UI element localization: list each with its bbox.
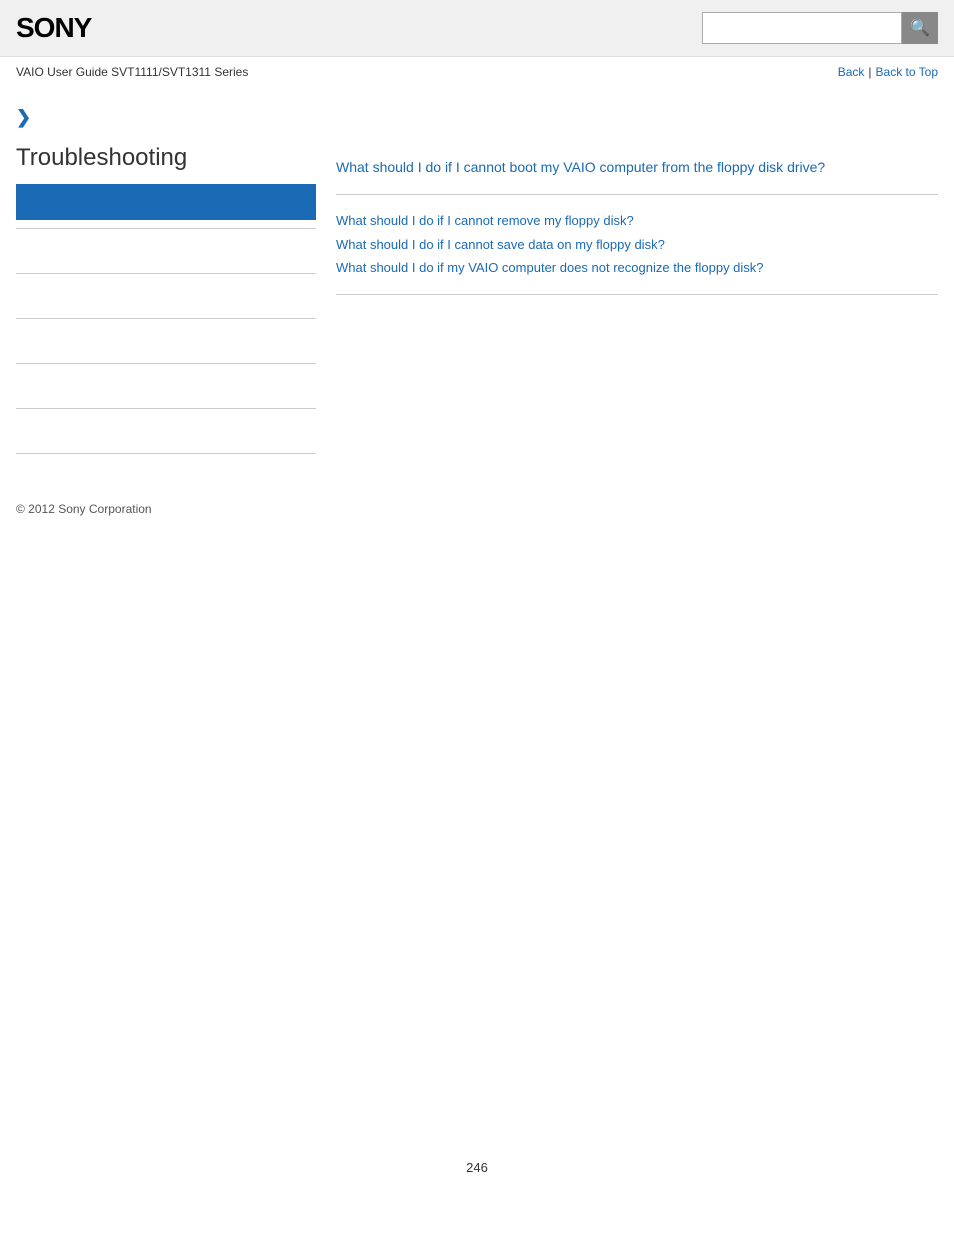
back-to-top-link[interactable]: Back to Top — [876, 65, 938, 79]
sidebar: ❯ Troubleshooting — [16, 107, 316, 462]
copyright-text: © 2012 Sony Corporation — [16, 502, 152, 516]
sidebar-item-4[interactable] — [16, 372, 316, 400]
back-link[interactable]: Back — [838, 65, 865, 79]
search-icon: 🔍 — [910, 18, 930, 38]
sidebar-item-3[interactable] — [16, 327, 316, 355]
sub-link-1[interactable]: What should I do if I cannot remove my f… — [336, 211, 938, 231]
sidebar-divider-2 — [16, 273, 316, 274]
sidebar-divider-4 — [16, 363, 316, 364]
search-area: 🔍 — [702, 12, 938, 44]
main-content-link[interactable]: What should I do if I cannot boot my VAI… — [336, 157, 938, 178]
chevron-icon: ❯ — [16, 107, 316, 128]
content-divider-top — [336, 194, 938, 195]
nav-separator: | — [868, 65, 871, 79]
nav-links: Back | Back to Top — [838, 65, 938, 79]
sidebar-item-2[interactable] — [16, 282, 316, 310]
sidebar-divider-1 — [16, 228, 316, 229]
search-button[interactable]: 🔍 — [902, 12, 938, 44]
sidebar-divider-3 — [16, 318, 316, 319]
content-area: What should I do if I cannot boot my VAI… — [336, 107, 938, 462]
page-number: 246 — [446, 1140, 508, 1195]
sidebar-item-5[interactable] — [16, 417, 316, 445]
search-input[interactable] — [702, 12, 902, 44]
sidebar-divider-5 — [16, 408, 316, 409]
sidebar-divider-6 — [16, 453, 316, 454]
sidebar-title: Troubleshooting — [16, 144, 316, 172]
sub-link-3[interactable]: What should I do if my VAIO computer doe… — [336, 258, 938, 278]
sub-links: What should I do if I cannot remove my f… — [336, 211, 938, 278]
sidebar-active-item[interactable] — [16, 184, 316, 220]
footer: © 2012 Sony Corporation — [0, 482, 954, 536]
sidebar-item-1[interactable] — [16, 237, 316, 265]
main-content: ❯ Troubleshooting What should I do if I … — [0, 87, 954, 482]
sub-link-2[interactable]: What should I do if I cannot save data o… — [336, 235, 938, 255]
guide-title: VAIO User Guide SVT1111/SVT1311 Series — [16, 65, 248, 79]
sony-logo: SONY — [16, 12, 91, 44]
content-divider-bottom — [336, 294, 938, 295]
nav-bar: VAIO User Guide SVT1111/SVT1311 Series B… — [0, 57, 954, 87]
header: SONY 🔍 — [0, 0, 954, 57]
